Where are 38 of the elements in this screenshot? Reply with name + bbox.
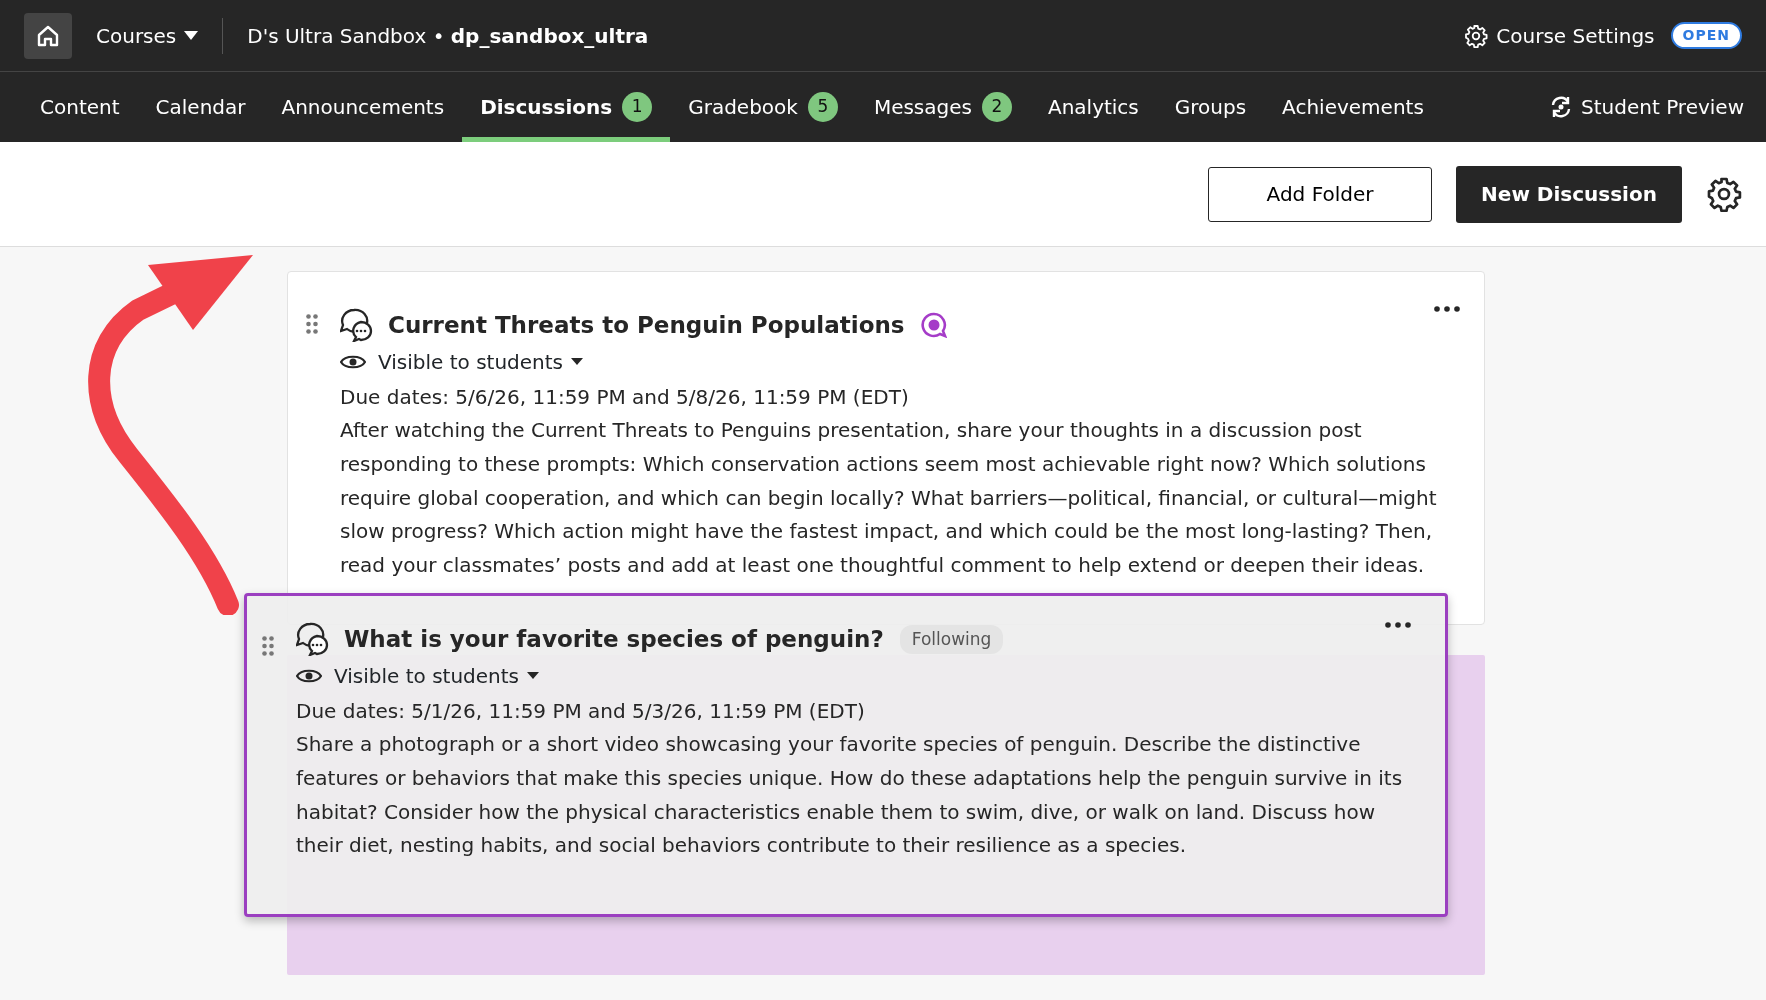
count-badge: 5 [807, 92, 838, 122]
dragged-discussion-card[interactable] [244, 593, 1448, 917]
nav-tab[interactable]: Announcements [263, 72, 463, 142]
drag-handle-icon[interactable] [306, 314, 318, 334]
nav-tab[interactable]: Calendar [137, 72, 264, 142]
courses-menu[interactable]: Courses [88, 14, 207, 57]
settings-icon[interactable] [1706, 176, 1742, 212]
visibility-dropdown[interactable]: Visible to students [296, 660, 539, 691]
nav-tab[interactable]: Gradebook 5 [670, 72, 856, 142]
nav-tab[interactable]: Messages 2 [855, 72, 1030, 142]
settings-icon [1464, 23, 1489, 48]
caret-icon [527, 671, 539, 680]
discussion-description: Share a photograph or a short video showcasing your favorite species of penguin. Describe the distinctive features or behaviors that make this species unique. How do these adaptations help the penguin survive in its habitat? Consider how the physical characteristics enable them to swim, dive, or walk on land. Discuss how their diet, nesting habits, and social behaviors contribute to their resilience as a species. [296, 731, 1404, 860]
discussion-title[interactable]: What is your favorite species of penguin? [344, 622, 884, 657]
add-folder-button[interactable]: Add Folder [1208, 166, 1432, 222]
student-preview-link[interactable]: Student Preview [1549, 92, 1744, 122]
discussion-title[interactable]: Current Threats to Penguin Populations [388, 308, 905, 343]
visibility-dropdown[interactable]: Visible to students [340, 346, 583, 377]
discussion-description: After watching the Current Threats to Penguins presentation, share your thoughts in a discussion post responding to these prompts: Which conservation actions seem most achievable right now? Which solutions require global cooperation, and which can begin locally? What barriers—political, financial, or cultural—might slow progress? Which action might have the fastest impact, and which could be the most long-lasting? Then, read your classmates’ posts and add at least one thoughtful comment to help extend or deepen their ideas. [340, 417, 1438, 579]
new-discussion-button[interactable]: New Discussion [1456, 165, 1682, 223]
home-button[interactable] [24, 12, 72, 59]
count-badge: 2 [981, 92, 1012, 122]
due-dates: Due dates: 5/6/26, 11:59 PM and 5/8/26, 11:59 PM (EDT) [340, 383, 910, 411]
count-badge: 1 [622, 92, 653, 122]
nav-tab[interactable]: Groups [1156, 72, 1265, 142]
due-dates: Due dates: 5/1/26, 11:59 PM and 5/3/26, 11:59 PM (EDT) [296, 697, 866, 725]
caret-icon [184, 30, 199, 41]
drag-handle-icon[interactable] [262, 636, 274, 656]
nav-tab[interactable]: Analytics [1029, 72, 1157, 142]
more-icon [1434, 306, 1460, 312]
nav-tab[interactable]: Content [22, 72, 138, 142]
following-badge: Following [899, 624, 1004, 654]
course-title: D's Ultra Sandbox • dp_sandbox_ultra [247, 22, 649, 50]
nav-tab[interactable]: Achievements [1264, 72, 1442, 142]
course-settings-link[interactable]: Course Settings [1464, 20, 1655, 51]
caret-icon [571, 357, 583, 366]
more-icon [1385, 622, 1411, 628]
status-badge: OPEN [1670, 22, 1742, 49]
